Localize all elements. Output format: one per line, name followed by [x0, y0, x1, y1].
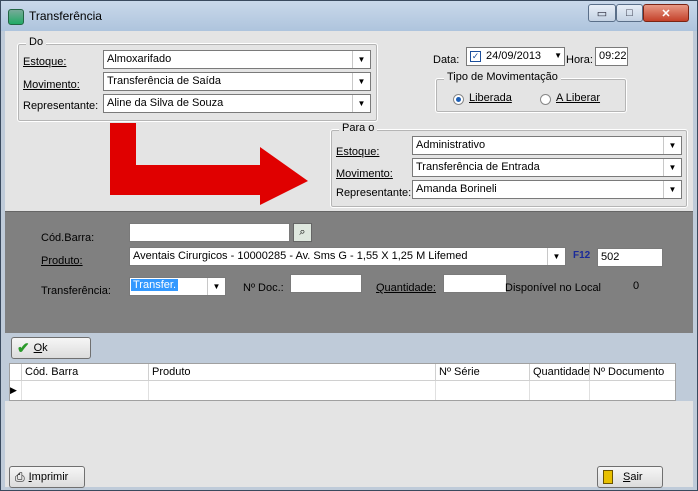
grid-header-barcode[interactable]: Cód. Barra: [22, 364, 149, 381]
table-row[interactable]: [436, 381, 530, 400]
disponivel-value: 0: [633, 280, 640, 292]
chevron-down-icon: ▼: [663, 137, 681, 154]
produto-label: Produto:: [41, 255, 83, 267]
destination-representante-label: Representante:: [336, 187, 412, 199]
title-bar[interactable]: Transferência ▭ □ ✕: [1, 1, 697, 31]
origin-representante-select[interactable]: Aline da Silva de Souza ▼: [103, 94, 371, 113]
ok-button[interactable]: ✔ Ok: [11, 337, 91, 359]
minimize-button[interactable]: ▭: [588, 4, 616, 22]
date-label: Data:: [433, 54, 460, 66]
print-button[interactable]: ⎙ Imprimir: [9, 466, 85, 488]
origin-movimento-label: Movimento:: [23, 79, 80, 91]
ok-button-label: Ok: [33, 342, 48, 354]
product-panel: Cód.Barra: ⌕ Produto: Aventais Cirurgico…: [5, 211, 693, 333]
origin-group: Do Estoque: Almoxarifado ▼ Movimento: Tr…: [17, 36, 378, 122]
exit-button[interactable]: Sair: [597, 466, 663, 488]
exit-button-label: Sair: [623, 471, 643, 483]
origin-representante-label: Representante:: [23, 100, 99, 112]
movement-type-label: Tipo de Movimentação: [444, 71, 561, 83]
origin-estoque-label: Estoque:: [23, 56, 67, 68]
app-icon: [8, 9, 24, 25]
maximize-button[interactable]: □: [616, 4, 643, 22]
destination-movimento-select[interactable]: Transferência de Entrada ▼: [412, 158, 682, 177]
exit-door-icon: [603, 470, 613, 484]
barcode-search-icon[interactable]: ⌕: [293, 223, 312, 242]
chevron-down-icon: ▼: [663, 159, 681, 176]
destination-representante-select[interactable]: Amanda Borineli ▼: [412, 180, 682, 199]
radio-a-liberar[interactable]: [540, 94, 551, 105]
chevron-down-icon: ▼: [207, 278, 225, 295]
grid-header-documento[interactable]: Nº Documento: [590, 364, 675, 381]
ndoc-input[interactable]: [290, 274, 362, 293]
close-icon: ✕: [661, 7, 671, 20]
date-picker[interactable]: ✓ 24/09/2013 ▼: [466, 47, 565, 66]
table-row[interactable]: [530, 381, 590, 400]
barcode-label: Cód.Barra:: [41, 232, 95, 244]
disponivel-label: Disponível no Local: [505, 282, 602, 294]
grid-header-serie[interactable]: Nº Série: [436, 364, 530, 381]
radio-liberada[interactable]: [453, 94, 464, 105]
transferencia-label: Transferência:: [41, 285, 111, 297]
barcode-input[interactable]: [129, 223, 290, 242]
footer-panel: ⎙ Imprimir Sair: [5, 401, 693, 488]
print-button-label: Imprimir: [28, 471, 69, 483]
close-button[interactable]: ✕: [643, 4, 689, 22]
row-pointer-icon: ▶: [10, 381, 22, 400]
radio-liberada-label[interactable]: Liberada: [469, 92, 512, 104]
table-row[interactable]: [149, 381, 436, 400]
date-checkbox[interactable]: ✓: [470, 51, 481, 62]
ndoc-label: Nº Doc.:: [243, 282, 284, 294]
destination-group: Para o Estoque: Administrativo ▼ Movimen…: [330, 122, 688, 208]
transfer-arrow-icon: [110, 123, 308, 205]
minimize-icon: ▭: [596, 7, 608, 20]
produto-select[interactable]: Aventais Cirurgicos - 10000285 - Av. Sms…: [129, 247, 566, 266]
destination-movimento-label: Movimento:: [336, 168, 393, 180]
chevron-down-icon: ▼: [352, 95, 370, 112]
radio-a-liberar-label[interactable]: A Liberar: [556, 92, 600, 104]
chevron-down-icon: ▼: [547, 248, 565, 265]
quantidade-label: Quantidade:: [376, 282, 436, 294]
printer-icon: ⎙: [15, 469, 25, 484]
grid-indicator-header: [10, 364, 22, 381]
chevron-down-icon: ▼: [352, 73, 370, 90]
grid-header-quantidade[interactable]: Quantidade: [530, 364, 590, 381]
destination-estoque-label: Estoque:: [336, 146, 380, 158]
header-panel: Do Estoque: Almoxarifado ▼ Movimento: Tr…: [5, 31, 693, 211]
hour-label: Hora:: [566, 54, 593, 66]
transferencia-select[interactable]: Transfer. ▼: [129, 277, 226, 296]
origin-movimento-select[interactable]: Transferência de Saída ▼: [103, 72, 371, 91]
produto-code-field[interactable]: 502: [597, 248, 663, 267]
grid-header-produto[interactable]: Produto: [149, 364, 436, 381]
hour-field[interactable]: 09:22: [595, 47, 628, 66]
table-row[interactable]: [22, 381, 149, 400]
quantidade-input[interactable]: [443, 274, 507, 293]
destination-estoque-select[interactable]: Administrativo ▼: [412, 136, 682, 155]
origin-group-label: Do: [26, 36, 47, 48]
chevron-down-icon: ▼: [663, 181, 681, 198]
window: Transferência ▭ □ ✕ Do Estoque: Almoxari…: [0, 0, 698, 491]
chevron-down-icon: ▼: [352, 51, 370, 68]
window-title: Transferência: [29, 9, 102, 23]
items-grid: Cód. Barra Produto Nº Série Quantidade N…: [9, 363, 676, 401]
f12-search-icon[interactable]: F12: [573, 250, 590, 261]
origin-estoque-select[interactable]: Almoxarifado ▼: [103, 50, 371, 69]
chevron-down-icon: ▼: [554, 51, 562, 60]
destination-group-label: Para o: [339, 122, 378, 134]
movement-type-group: Tipo de Movimentação Liberada A Liberar: [435, 71, 627, 113]
maximize-icon: □: [626, 7, 633, 19]
checkmark-icon: ✔: [17, 340, 30, 357]
